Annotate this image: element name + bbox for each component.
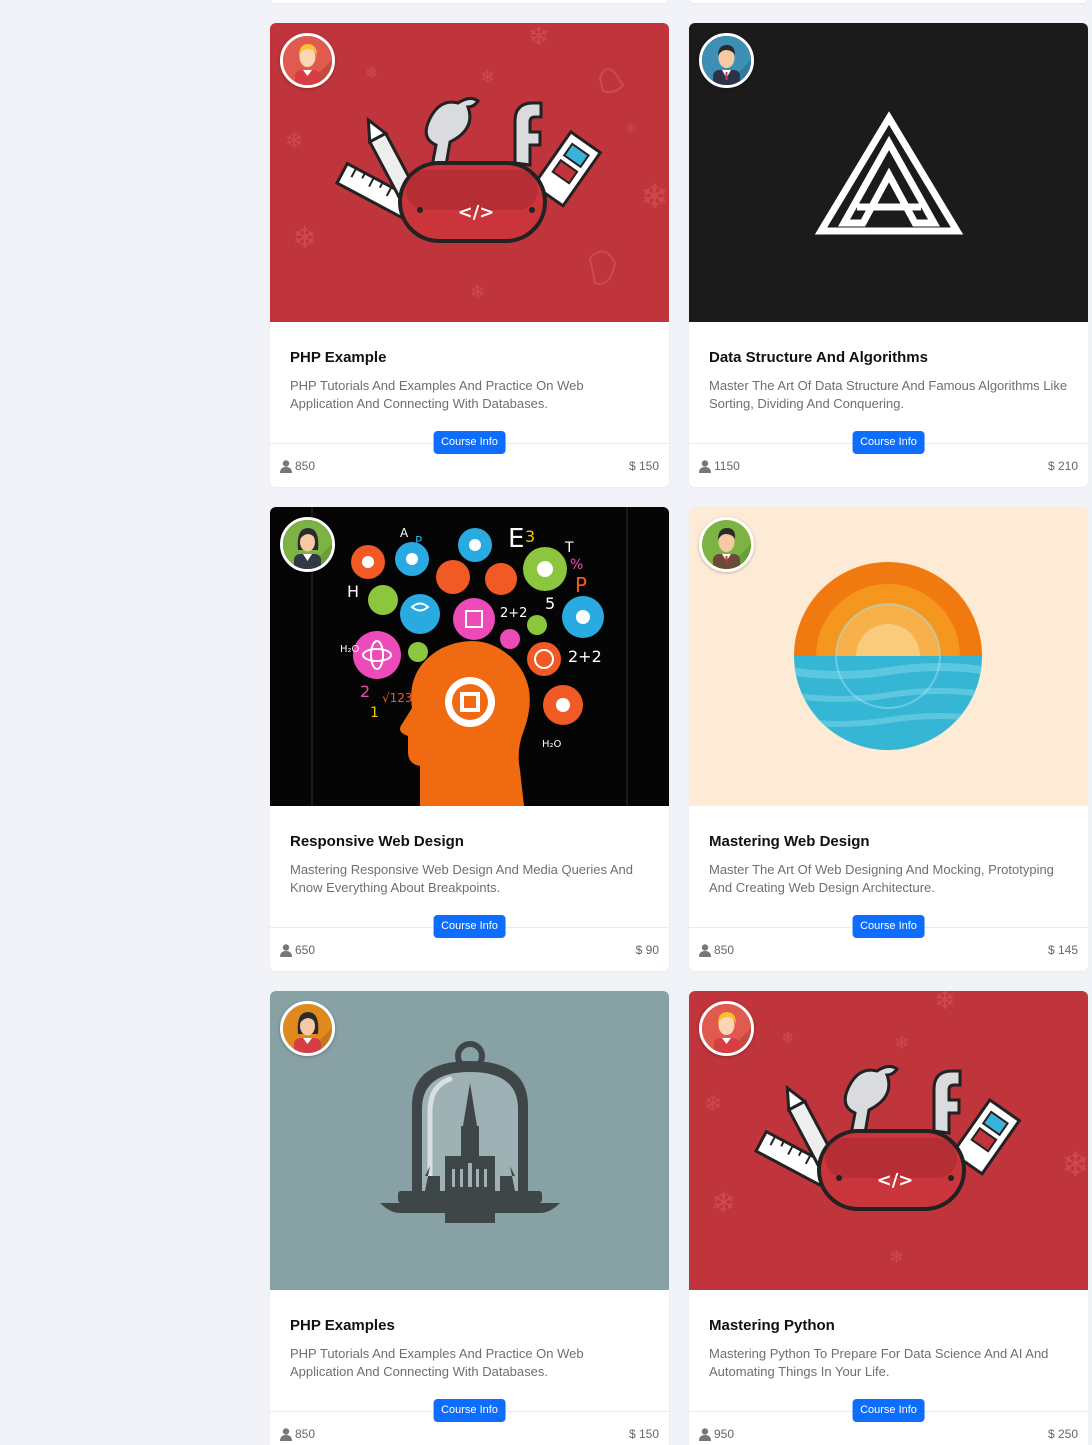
- previous-card-bottom: [270, 0, 669, 3]
- course-description: PHP Tutorials And Examples And Practice …: [290, 378, 584, 411]
- svg-text:❄: ❄: [704, 1092, 722, 1117]
- student-count: 950: [699, 1427, 734, 1441]
- svg-text:T: T: [564, 540, 574, 556]
- course-description: PHP Tutorials And Examples And Practice …: [290, 1346, 584, 1379]
- svg-text:❄: ❄: [470, 282, 485, 303]
- card-footer: 650 $ 90: [280, 943, 659, 961]
- course-card[interactable]: PHP Examples PHP Tutorials And Examples …: [270, 991, 669, 1445]
- course-description: Mastering Python To Prepare For Data Sci…: [709, 1346, 1049, 1379]
- svg-text:❄: ❄: [480, 67, 495, 88]
- svg-text:5: 5: [545, 594, 555, 613]
- user-icon: [699, 1427, 711, 1441]
- instructor-avatar[interactable]: [280, 517, 335, 572]
- svg-text:2+2: 2+2: [568, 647, 602, 666]
- student-count-value: 950: [714, 1427, 735, 1441]
- svg-text:H: H: [347, 582, 359, 601]
- svg-text:❄: ❄: [1061, 1145, 1088, 1185]
- card-footer: 850 $ 150: [280, 459, 659, 477]
- svg-text:H₂O: H₂O: [340, 644, 360, 655]
- svg-text:❄: ❄: [934, 991, 956, 1016]
- course-description: Master The Art Of Data Structure And Fam…: [709, 378, 1068, 411]
- svg-text:❄: ❄: [711, 1186, 736, 1221]
- student-count: 850: [280, 459, 315, 473]
- course-info-button[interactable]: Course Info: [433, 431, 506, 454]
- course-price: $ 210: [1047, 459, 1078, 473]
- course-price: $ 150: [628, 1427, 659, 1441]
- instructor-avatar[interactable]: [699, 33, 754, 88]
- svg-text:❄: ❄: [365, 63, 378, 82]
- course-price: $ 145: [1047, 943, 1078, 957]
- student-count: 650: [280, 943, 315, 957]
- svg-text:2: 2: [360, 682, 370, 701]
- instructor-avatar[interactable]: [280, 1001, 335, 1056]
- svg-text:</>: </>: [458, 202, 495, 223]
- svg-text:❄: ❄: [285, 129, 303, 154]
- svg-text:</>: </>: [877, 1170, 914, 1191]
- course-card[interactable]: Mastering Web Design Master The Art Of W…: [689, 507, 1088, 971]
- user-icon: [280, 459, 292, 473]
- student-count: 850: [699, 943, 734, 957]
- course-title[interactable]: Mastering Python: [709, 1317, 1069, 1335]
- student-count: 1150: [699, 459, 740, 473]
- course-price: $ 250: [1047, 1427, 1078, 1441]
- svg-text:❄: ❄: [889, 1247, 904, 1268]
- course-info-button[interactable]: Course Info: [852, 915, 925, 938]
- course-info-button[interactable]: Course Info: [852, 1399, 925, 1422]
- course-title[interactable]: Responsive Web Design: [290, 833, 650, 851]
- svg-text:E: E: [508, 524, 524, 554]
- previous-card-bottom: [689, 0, 1088, 3]
- instructor-avatar[interactable]: [699, 517, 754, 572]
- svg-text:A: A: [400, 526, 409, 540]
- user-icon: [280, 943, 292, 957]
- course-card[interactable]: ❄ ❄ ❄ ❄ ❄ ❄ ❄ ❄ </> PHP Example PHP Tuto…: [270, 23, 669, 487]
- student-count: 850: [280, 1427, 315, 1441]
- card-footer: 1150 $ 210: [699, 459, 1078, 477]
- svg-text:❄: ❄: [625, 121, 637, 137]
- svg-text:3: 3: [525, 527, 535, 546]
- svg-text:P: P: [575, 573, 587, 597]
- course-title[interactable]: PHP Examples: [290, 1317, 650, 1335]
- course-info-button[interactable]: Course Info: [433, 915, 506, 938]
- course-title[interactable]: Mastering Web Design: [709, 833, 1069, 851]
- course-title[interactable]: PHP Example: [290, 349, 650, 367]
- svg-text:❄: ❄: [292, 221, 317, 256]
- course-card[interactable]: Data Structure And Algorithms Master The…: [689, 23, 1088, 487]
- course-title[interactable]: Data Structure And Algorithms: [709, 349, 1069, 367]
- svg-text:%: %: [570, 557, 583, 573]
- instructor-avatar[interactable]: [280, 33, 335, 88]
- svg-text:P: P: [415, 534, 422, 548]
- student-count-value: 1150: [714, 459, 740, 473]
- svg-text:❄: ❄: [781, 1028, 794, 1047]
- course-description: Master The Art Of Web Designing And Mock…: [709, 862, 1054, 895]
- course-card[interactable]: E 3 T % P 2+2 5 2+2 H A P 2 1 √123 H₂O H…: [270, 507, 669, 971]
- svg-text:1: 1: [370, 705, 379, 721]
- course-card[interactable]: ❄ ❄ ❄ ❄ ❄ ❄ ❄ </> Mastering Python Maste…: [689, 991, 1088, 1445]
- svg-text:❄: ❄: [640, 177, 669, 217]
- user-icon: [699, 943, 711, 957]
- student-count-value: 650: [295, 943, 316, 957]
- card-footer: 850 $ 150: [280, 1427, 659, 1445]
- svg-text:H₂O: H₂O: [542, 739, 562, 750]
- course-price: $ 90: [635, 943, 659, 957]
- student-count-value: 850: [295, 459, 316, 473]
- card-footer: 850 $ 145: [699, 943, 1078, 961]
- course-info-button[interactable]: Course Info: [852, 431, 925, 454]
- course-info-button[interactable]: Course Info: [433, 1399, 506, 1422]
- user-icon: [699, 459, 711, 473]
- svg-text:❄: ❄: [528, 23, 550, 52]
- course-price: $ 150: [628, 459, 659, 473]
- instructor-avatar[interactable]: [699, 1001, 754, 1056]
- svg-text:√123: √123: [382, 691, 413, 705]
- student-count-value: 850: [295, 1427, 316, 1441]
- card-footer: 950 $ 250: [699, 1427, 1078, 1445]
- svg-text:❄: ❄: [894, 1033, 909, 1054]
- user-icon: [280, 1427, 292, 1441]
- course-description: Mastering Responsive Web Design And Medi…: [290, 862, 634, 895]
- student-count-value: 850: [714, 943, 735, 957]
- svg-text:2+2: 2+2: [500, 606, 527, 621]
